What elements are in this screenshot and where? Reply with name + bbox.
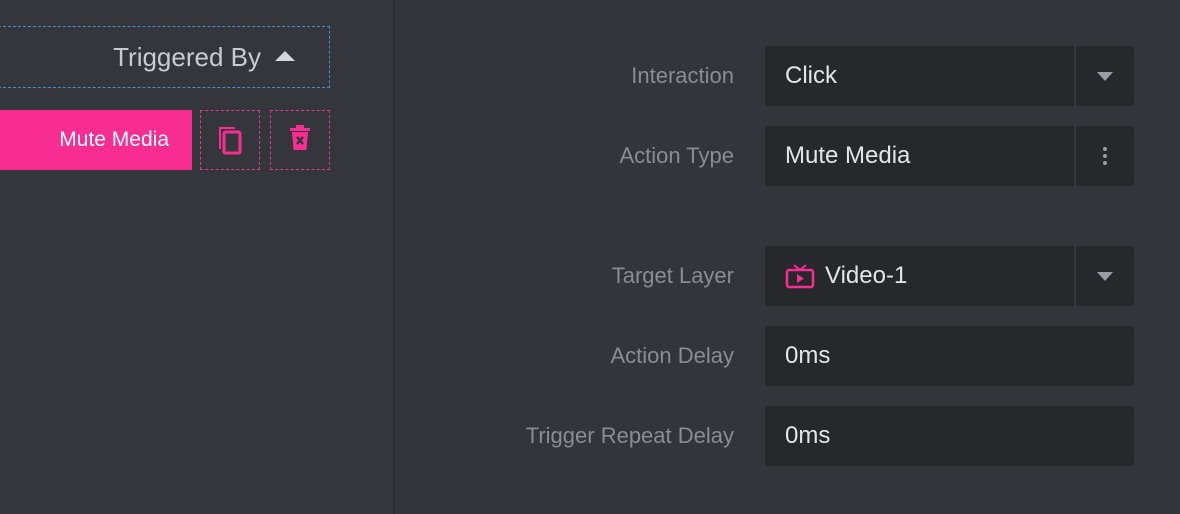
trash-icon <box>289 124 311 156</box>
interactions-editor: Triggered By Mute Media Interaction Clic… <box>0 0 1180 514</box>
target-layer-select[interactable]: Video-1 <box>765 246 1134 306</box>
chevron-down-icon <box>1097 271 1113 281</box>
triggers-panel: Triggered By Mute Media <box>0 0 393 514</box>
target-layer-label: Target Layer <box>611 263 734 288</box>
interaction-label: Interaction <box>631 63 734 88</box>
action-type-label: Action Type <box>619 143 734 168</box>
action-item-mute-media[interactable]: Mute Media <box>0 110 192 170</box>
tv-icon <box>785 263 815 289</box>
interaction-value: Click <box>785 62 837 89</box>
trigger-repeat-delay-label: Trigger Repeat Delay <box>525 423 734 448</box>
action-type-value: Mute Media <box>785 142 911 169</box>
chevron-down-icon <box>1097 71 1113 81</box>
delete-action-button[interactable] <box>270 110 330 170</box>
caret-up-icon <box>275 51 295 61</box>
trigger-repeat-delay-input[interactable]: 0ms <box>765 406 1134 466</box>
action-type-more-button[interactable] <box>1074 126 1134 186</box>
action-delay-input[interactable]: 0ms <box>765 326 1134 386</box>
target-layer-value-wrap: Video-1 <box>765 262 1074 290</box>
interaction-dropdown-button[interactable] <box>1074 46 1134 106</box>
action-delay-label: Action Delay <box>610 343 734 368</box>
action-type-select[interactable]: Mute Media <box>765 126 1134 186</box>
action-item-label: Mute Media <box>59 128 169 151</box>
copy-icon <box>215 121 245 160</box>
interaction-select[interactable]: Click <box>765 46 1134 106</box>
target-layer-value: Video-1 <box>825 262 908 289</box>
trigger-repeat-delay-value: 0ms <box>785 422 831 449</box>
duplicate-action-button[interactable] <box>200 110 260 170</box>
triggered-by-label: Triggered By <box>113 41 261 72</box>
action-delay-value: 0ms <box>785 342 831 369</box>
triggered-by-toggle[interactable]: Triggered By <box>0 26 330 88</box>
target-layer-dropdown-button[interactable] <box>1074 246 1134 306</box>
more-vertical-icon <box>1103 147 1107 165</box>
